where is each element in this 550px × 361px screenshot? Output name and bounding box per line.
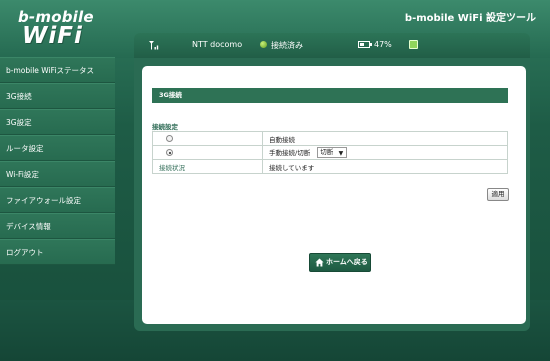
sidebar-item-status[interactable]: b-mobile WiFiステータス (0, 57, 115, 83)
home-button[interactable]: ホームへ戻る (309, 253, 371, 272)
device-icon (409, 40, 418, 49)
home-button-label: ホームへ戻る (326, 258, 368, 266)
app-title: b-mobile WiFi 設定ツール (404, 13, 536, 24)
sidebar-item-wifi-settings[interactable]: Wi-Fi設定 (0, 161, 115, 187)
status-bar: NTT docomo 接続済み 47% (134, 33, 530, 58)
logo: b-mobile WiFi (18, 8, 94, 49)
carrier-name: NTT docomo (192, 40, 243, 49)
section-title: 3G接続 (152, 88, 508, 103)
sidebar: b-mobile WiFiステータス 3G接続 3G設定 ルータ設定 Wi-Fi… (0, 57, 115, 265)
auto-connect-radio[interactable] (166, 135, 173, 142)
sidebar-item-router-settings[interactable]: ルータ設定 (0, 135, 115, 161)
settings-table: 自動接続 手動接続/切断 切断 ▼ 接続状況 接続しています (152, 131, 508, 174)
sidebar-item-firewall-settings[interactable]: ファイアウォール設定 (0, 187, 115, 213)
manual-connect-radio[interactable] (166, 149, 173, 156)
auto-connect-label: 自動接続 (262, 131, 508, 146)
select-value: 切断 (320, 148, 334, 157)
sidebar-item-3g-settings[interactable]: 3G設定 (0, 109, 115, 135)
sidebar-item-logout[interactable]: ログアウト (0, 239, 115, 265)
connect-mode-select[interactable]: 切断 ▼ (317, 147, 348, 159)
table-row: 自動接続 (152, 131, 508, 146)
status-label: 接続状況 (152, 159, 263, 174)
connection-status-icon (260, 41, 267, 48)
signal-icon (149, 41, 159, 50)
status-value: 接続しています (262, 159, 508, 174)
table-row: 手動接続/切断 切断 ▼ (152, 145, 508, 160)
connection-status: 接続済み (271, 41, 303, 50)
table-cell (152, 145, 263, 160)
sidebar-item-device-info[interactable]: デバイス情報 (0, 213, 115, 239)
battery-percent: 47% (374, 40, 392, 49)
table-cell (152, 131, 263, 146)
home-icon (315, 258, 324, 267)
sidebar-item-3g-connection[interactable]: 3G接続 (0, 83, 115, 109)
table-cell: 手動接続/切断 切断 ▼ (262, 145, 508, 160)
logo-product: WiFi (22, 23, 83, 49)
apply-button[interactable]: 適用 (487, 188, 509, 201)
content-panel: 3G接続 接続設定 自動接続 手動接続/切断 切断 ▼ 接続状況 接続しています (142, 66, 526, 324)
battery-icon (358, 41, 372, 48)
settings-label: 接続設定 (152, 123, 178, 131)
chevron-down-icon: ▼ (338, 150, 344, 158)
manual-connect-label: 手動接続/切断 (269, 148, 311, 157)
table-row: 接続状況 接続しています (152, 159, 508, 174)
